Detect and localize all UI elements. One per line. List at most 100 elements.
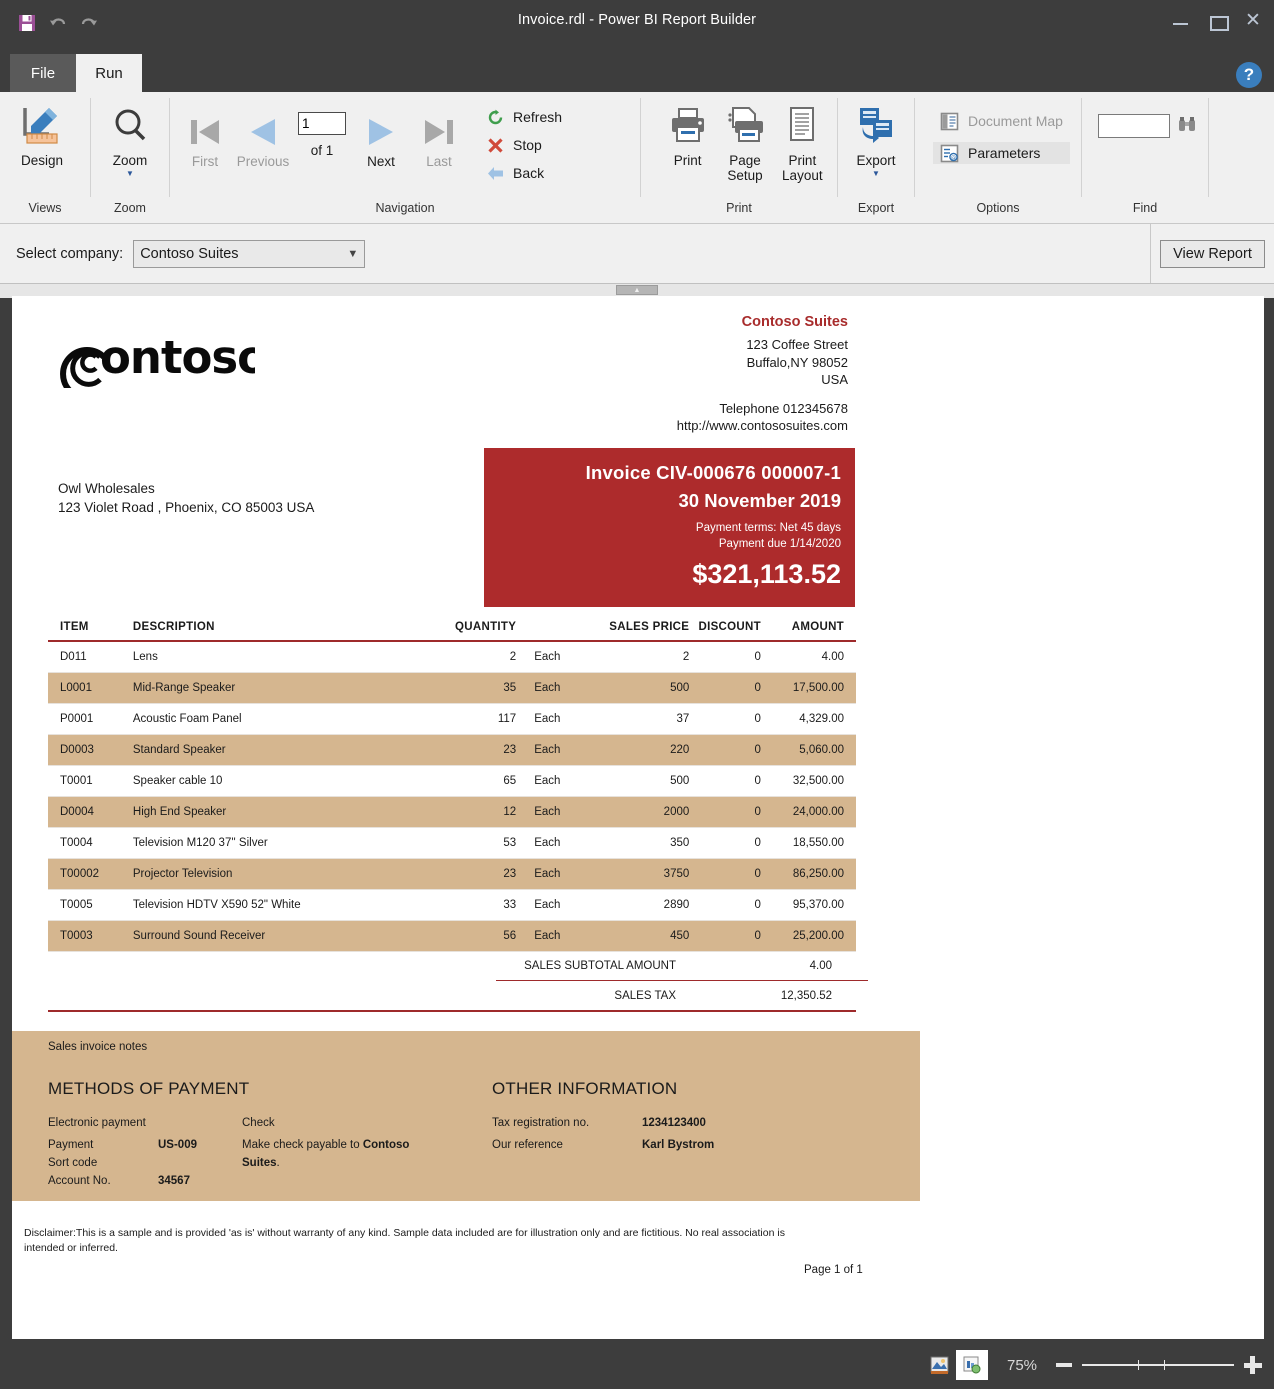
last-button[interactable]: Last <box>410 96 468 169</box>
ribbon-group-views-label: Views <box>0 201 90 224</box>
cell-discount: 0 <box>689 673 761 704</box>
export-icon <box>854 102 898 150</box>
cell-discount: 0 <box>689 797 761 828</box>
page-number-box: of 1 <box>292 96 352 158</box>
find-input[interactable] <box>1098 114 1170 138</box>
first-button[interactable]: First <box>176 96 234 169</box>
page-count-label: of 1 <box>311 143 334 158</box>
cell-unit: Each <box>516 641 587 673</box>
page-number-input[interactable] <box>298 112 346 135</box>
cell-item: L0001 <box>48 673 133 704</box>
select-company-label: Select company: <box>16 246 123 262</box>
maximize-icon[interactable] <box>1206 10 1228 32</box>
page-footer: Page 1 of 1 <box>804 1264 863 1276</box>
table-row: D0004High End Speaker12Each2000024,000.0… <box>48 797 856 828</box>
cell-discount: 0 <box>689 735 761 766</box>
electronic-payment-label: Electronic payment <box>48 1114 146 1132</box>
cell-item: D0003 <box>48 735 133 766</box>
cell-discount: 0 <box>689 766 761 797</box>
print-layout-icon <box>962 1356 982 1375</box>
cell-description: Acoustic Foam Panel <box>133 704 455 735</box>
parameters-button[interactable]: @ Parameters <box>933 142 1070 164</box>
help-icon[interactable]: ? <box>1236 62 1262 88</box>
view-mode-toggle <box>924 1350 988 1380</box>
ribbon-group-zoom: Zoom ▼ Zoom <box>91 92 169 224</box>
refresh-label: Refresh <box>513 109 562 125</box>
zoom-slider-control[interactable] <box>1056 1356 1262 1374</box>
invoice-number: Invoice CIV-000676 000007-1 <box>484 462 841 484</box>
col-description: DESCRIPTION <box>133 621 455 641</box>
design-button[interactable]: Design <box>6 96 78 168</box>
chevron-down-icon[interactable]: ▼ <box>872 169 880 178</box>
next-button[interactable]: Next <box>352 96 410 169</box>
page-view-button[interactable] <box>924 1350 956 1380</box>
zoom-out-button[interactable] <box>1056 1363 1072 1367</box>
view-report-button[interactable]: View Report <box>1160 240 1265 268</box>
cell-unit: Each <box>516 766 587 797</box>
zoom-slider-track[interactable] <box>1082 1358 1234 1372</box>
document-map-button[interactable]: Document Map <box>933 110 1070 132</box>
table-row: T0003Surround Sound Receiver56Each450025… <box>48 921 856 952</box>
report-canvas[interactable]: ontoso Contoso Suites 123 Coffee Street … <box>12 296 1264 1339</box>
back-label: Back <box>513 165 544 181</box>
stop-icon <box>487 137 504 154</box>
ribbon-group-find-label: Find <box>1082 201 1208 224</box>
print-layout-icon <box>780 102 824 150</box>
table-row: P0001Acoustic Foam Panel117Each3704,329.… <box>48 704 856 735</box>
back-button[interactable]: Back <box>480 162 569 184</box>
ribbon-group-navigation: First Previous of 1 <box>170 92 640 224</box>
print-layout-label: Print Layout <box>774 153 831 183</box>
binoculars-icon[interactable] <box>1177 114 1197 134</box>
tax-registration-label: Tax registration no. <box>492 1114 589 1132</box>
table-row: T00002Projector Television23Each3750086,… <box>48 859 856 890</box>
cell-unit: Each <box>516 890 587 921</box>
previous-button[interactable]: Previous <box>234 96 292 169</box>
cell-quantity: 2 <box>455 641 516 673</box>
cell-item: T0003 <box>48 921 133 952</box>
print-layout-view-button[interactable] <box>956 1350 988 1380</box>
document-map-label: Document Map <box>968 113 1063 129</box>
col-discount: DISCOUNT <box>689 621 761 641</box>
export-label: Export <box>856 153 895 168</box>
cell-item: T0001 <box>48 766 133 797</box>
ribbon-group-export: Export ▼ Export <box>838 92 914 224</box>
close-icon[interactable]: ✕ <box>1242 10 1264 32</box>
print-layout-button[interactable]: Print Layout <box>774 96 831 183</box>
view-report-container: View Report <box>1150 224 1274 283</box>
export-button[interactable]: Export ▼ <box>844 96 908 178</box>
cell-item: P0001 <box>48 704 133 735</box>
cell-item: T0004 <box>48 828 133 859</box>
ribbon-group-export-label: Export <box>838 201 914 224</box>
print-button[interactable]: Print <box>659 96 716 168</box>
cell-quantity: 117 <box>455 704 516 735</box>
cell-description: Speaker cable 10 <box>133 766 455 797</box>
svg-text:ontoso: ontoso <box>100 331 255 384</box>
tab-run[interactable]: Run <box>76 54 142 92</box>
refresh-button[interactable]: Refresh <box>480 106 569 128</box>
cell-item: T00002 <box>48 859 133 890</box>
customer-name: Owl Wholesales <box>58 479 314 498</box>
line-items-header: ITEM DESCRIPTION QUANTITY SALES PRICE DI… <box>48 621 856 641</box>
cell-sales-price: 350 <box>587 828 689 859</box>
select-company-dropdown[interactable]: Contoso Suites ▼ <box>133 240 365 268</box>
table-row: T0004Television M120 37'' Silver53Each35… <box>48 828 856 859</box>
parameters-label: Parameters <box>968 145 1040 161</box>
col-unit <box>516 621 587 641</box>
page-setup-button[interactable]: Page Setup <box>716 96 773 183</box>
stop-button[interactable]: Stop <box>480 134 569 156</box>
page-view-icon <box>930 1356 950 1375</box>
select-company-value: Contoso Suites <box>140 246 238 262</box>
cell-sales-price: 2000 <box>587 797 689 828</box>
splitter-handle[interactable]: ▲ <box>616 285 658 295</box>
company-address-1: 123 Coffee Street <box>488 336 848 354</box>
table-row: D011Lens2Each204.00 <box>48 641 856 673</box>
line-items-body: D011Lens2Each204.00L0001Mid-Range Speake… <box>48 641 856 952</box>
zoom-in-button[interactable] <box>1244 1356 1262 1374</box>
title-bar: Invoice.rdl - Power BI Report Builder ✕ <box>0 0 1274 46</box>
minimize-icon[interactable] <box>1170 10 1192 32</box>
last-page-icon <box>419 112 459 152</box>
tab-file[interactable]: File <box>10 54 76 92</box>
account-no-value: 34567 <box>158 1172 190 1190</box>
zoom-button[interactable]: Zoom ▼ <box>97 96 163 178</box>
chevron-down-icon[interactable]: ▼ <box>126 169 134 178</box>
